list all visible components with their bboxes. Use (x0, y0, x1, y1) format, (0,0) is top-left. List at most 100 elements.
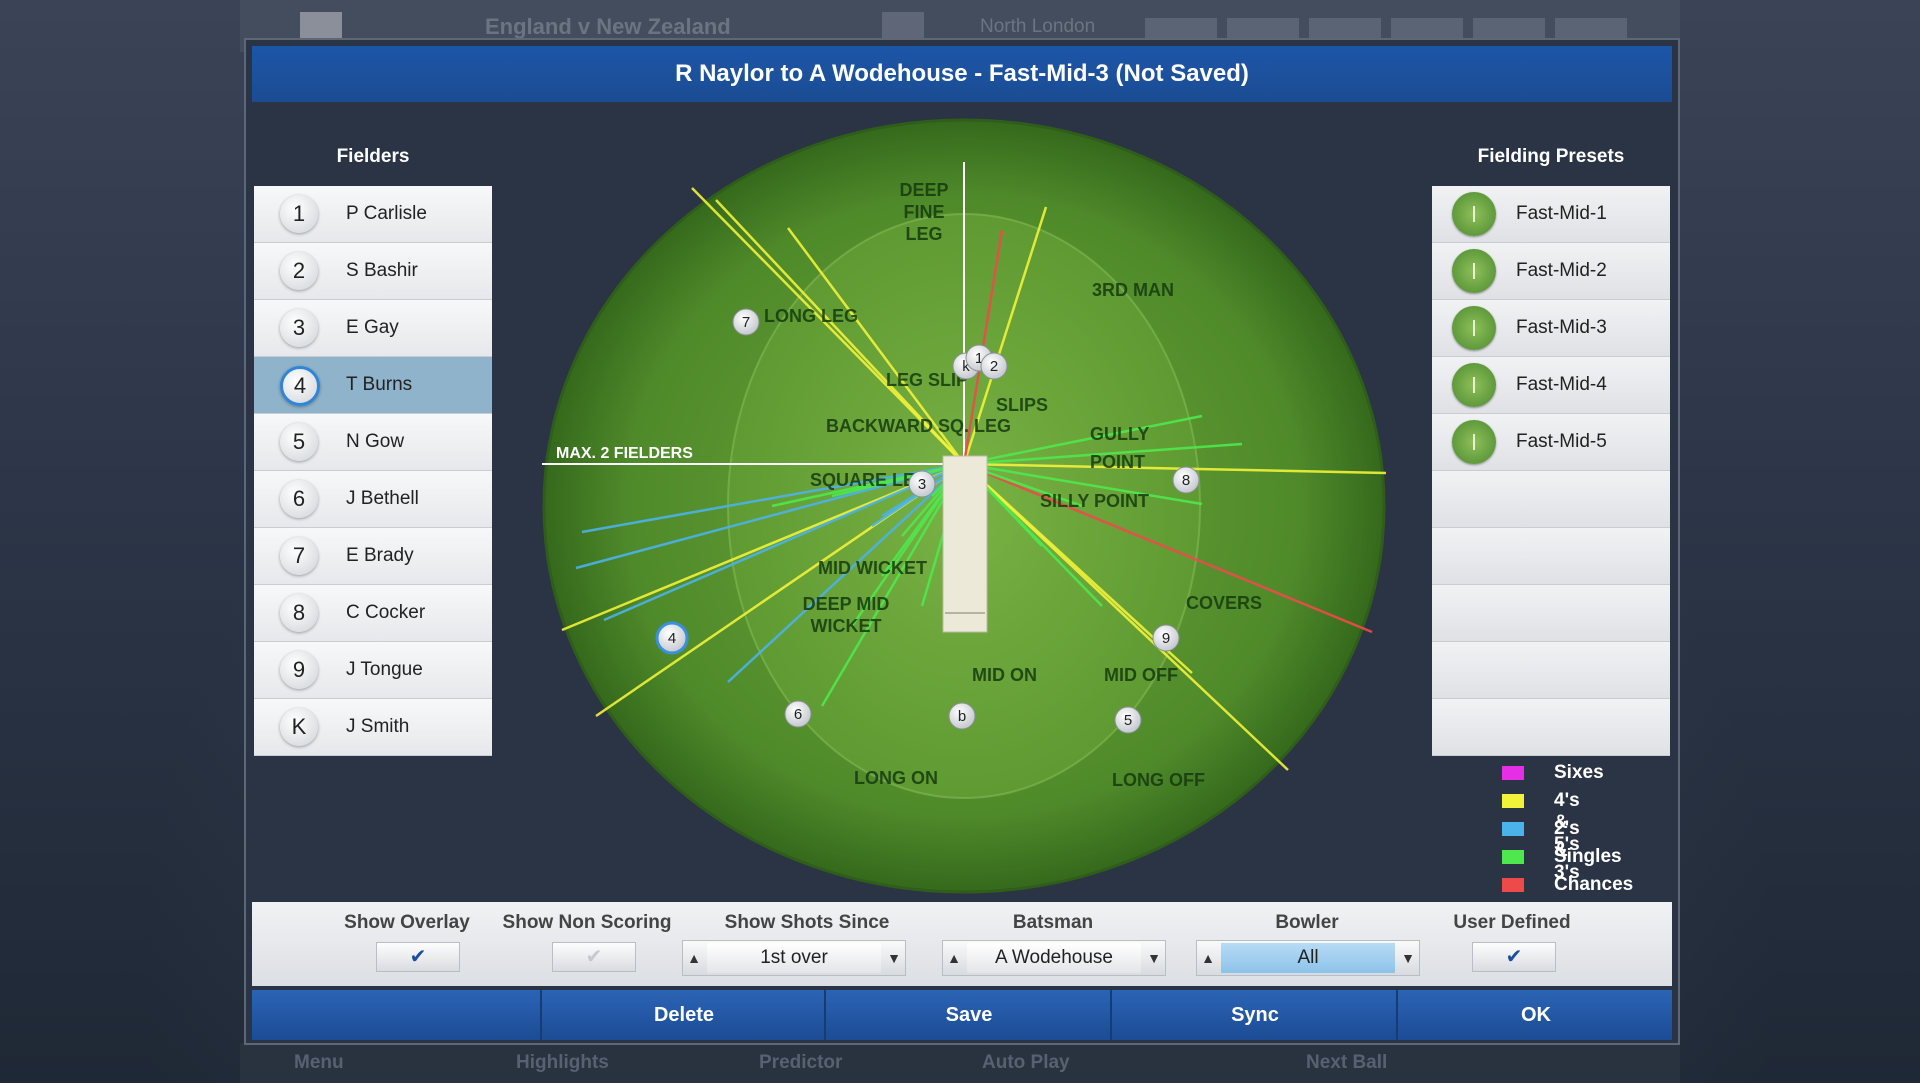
nav-highlights[interactable]: Highlights (516, 1052, 609, 1074)
user-defined-checkbox[interactable]: ✔ (1472, 942, 1556, 972)
preset-field-icon (1452, 306, 1496, 350)
legend-label: Chances (1554, 874, 1634, 895)
show-overlay-label: Show Overlay (344, 912, 470, 933)
preset-empty-row (1432, 528, 1670, 585)
shots-since-prev-button[interactable]: ▲ (683, 941, 705, 975)
svg-text:9: 9 (1162, 630, 1170, 647)
preset-name: Fast-Mid-2 (1516, 260, 1607, 281)
preset-empty-row (1432, 585, 1670, 642)
fielder-marker[interactable]: 7 (732, 308, 760, 336)
svg-text:b: b (958, 708, 966, 725)
fielder-marker[interactable]: 4 (655, 621, 689, 655)
batsman-next-button[interactable]: ▼ (1143, 941, 1165, 975)
batsman-prev-button[interactable]: ▲ (943, 941, 965, 975)
fielder-marker[interactable]: 8 (1172, 466, 1200, 494)
fielder-marker[interactable]: 2 (980, 352, 1008, 380)
preset-name: Fast-Mid-3 (1516, 317, 1607, 338)
nav-menu[interactable]: Menu (294, 1052, 344, 1074)
bowler-select[interactable]: ▲ All ▼ (1196, 940, 1420, 976)
fielder-row[interactable]: K J Smith (254, 699, 492, 756)
show-shots-since-label: Show Shots Since (724, 912, 890, 933)
max-fielders-label: MAX. 2 FIELDERS (556, 445, 693, 462)
fielders-list: 1 P Carlisle 2 S Bashir 3 E Gay 4 T Burns 5 N Gow… (254, 186, 492, 756)
sync-button[interactable]: Sync (1110, 990, 1398, 1040)
fielder-number-badge: 7 (280, 537, 318, 575)
user-defined-label: User Defined (1453, 912, 1571, 933)
legend-swatch (1502, 850, 1524, 864)
show-non-scoring-checkbox[interactable]: ✔ (552, 942, 636, 972)
field-position-label: COVERS (1186, 593, 1262, 613)
svg-text:6: 6 (794, 706, 802, 723)
preset-row[interactable]: Fast-Mid-2 (1432, 243, 1670, 300)
field-position-label: SILLY POINT (1040, 491, 1149, 511)
bowler-label: Bowler (1275, 912, 1339, 933)
fielder-row[interactable]: 5 N Gow (254, 414, 492, 471)
preset-empty-row (1432, 699, 1670, 756)
ok-button[interactable]: OK (1396, 990, 1674, 1040)
field-position-label: MID WICKET (818, 558, 927, 578)
preset-field-icon (1452, 249, 1496, 293)
fielding-presets-list: Fast-Mid-1 Fast-Mid-2 Fast-Mid-3 Fast-Mid-4… (1432, 186, 1670, 756)
fielder-marker[interactable]: 9 (1152, 624, 1180, 652)
preset-row[interactable]: Fast-Mid-5 (1432, 414, 1670, 471)
shots-since-next-button[interactable]: ▼ (883, 941, 905, 975)
fielder-row[interactable]: 7 E Brady (254, 528, 492, 585)
shots-since-value: 1st over (707, 943, 881, 973)
save-button[interactable]: Save (824, 990, 1112, 1040)
fielder-row[interactable]: 1 P Carlisle (254, 186, 492, 243)
legend-swatch (1502, 794, 1524, 808)
fielder-row[interactable]: 4 T Burns (254, 357, 492, 414)
field-position-label: LONG ON (854, 768, 938, 788)
fielder-row[interactable]: 8 C Cocker (254, 585, 492, 642)
fielder-marker[interactable]: 6 (784, 700, 812, 728)
fielder-row[interactable]: 2 S Bashir (254, 243, 492, 300)
preset-name: Fast-Mid-4 (1516, 374, 1607, 395)
batsman-select[interactable]: ▲ A Wodehouse ▼ (942, 940, 1166, 976)
svg-text:8: 8 (1182, 472, 1190, 489)
fielders-label: Fielders (336, 146, 410, 167)
field-position-label: 3RD MAN (1092, 280, 1174, 300)
nav-next-ball[interactable]: Next Ball (1306, 1052, 1387, 1074)
field-position-label: BACKWARD SQ. LEG (826, 416, 1011, 436)
shots-since-select[interactable]: ▲ 1st over ▼ (682, 940, 906, 976)
batsman-label: Batsman (1012, 912, 1094, 933)
fielder-row[interactable]: 6 J Bethell (254, 471, 492, 528)
bowler-next-button[interactable]: ▼ (1397, 941, 1419, 975)
fielder-name: S Bashir (346, 260, 418, 281)
svg-text:4: 4 (668, 630, 676, 647)
dialog-title: R Naylor to A Wodehouse - Fast-Mid-3 (No… (252, 46, 1672, 102)
field-position-label: SLIPS (996, 395, 1048, 415)
field-position-label: LONG LEG (764, 306, 858, 326)
nav-predictor[interactable]: Predictor (759, 1052, 842, 1074)
bowler-prev-button[interactable]: ▲ (1197, 941, 1219, 975)
preset-row[interactable]: Fast-Mid-4 (1432, 357, 1670, 414)
fielder-number-badge: 5 (280, 423, 318, 461)
legend-swatch (1502, 766, 1524, 780)
fielder-name: P Carlisle (346, 203, 427, 224)
svg-text:7: 7 (742, 314, 750, 331)
fielder-marker[interactable]: 3 (908, 470, 936, 498)
fielder-marker[interactable]: 5 (1114, 706, 1142, 734)
fielder-row[interactable]: 9 J Tongue (254, 642, 492, 699)
preset-empty-row (1432, 471, 1670, 528)
fielder-number-badge: 1 (280, 195, 318, 233)
fielder-number-badge: 4 (280, 366, 320, 406)
fielding-presets-label: Fielding Presets (1477, 146, 1625, 167)
svg-text:3: 3 (918, 476, 926, 493)
cricket-field[interactable]: DEEP FINE LEG3RD MANLONG LEGLEG SLIPSLIPSB… (542, 116, 1386, 896)
fielder-row[interactable]: 3 E Gay (254, 300, 492, 357)
preset-row[interactable]: Fast-Mid-3 (1432, 300, 1670, 357)
field-position-label: POINT (1090, 452, 1145, 472)
fielder-number-badge: K (280, 708, 318, 746)
batsman-value: A Wodehouse (967, 943, 1141, 973)
delete-button[interactable]: Delete (540, 990, 826, 1040)
show-overlay-checkbox[interactable]: ✔ (376, 942, 460, 972)
overlay-controls: Show Overlay ✔ Show Non Scoring ✔ Show S… (252, 902, 1672, 986)
fielder-number-badge: 8 (280, 594, 318, 632)
fielder-number-badge: 6 (280, 480, 318, 518)
field-settings-dialog: R Naylor to A Wodehouse - Fast-Mid-3 (No… (244, 38, 1680, 1045)
legend-label: Sixes (1554, 762, 1604, 783)
nav-auto-play[interactable]: Auto Play (982, 1052, 1070, 1074)
fielder-marker[interactable]: b (948, 702, 976, 730)
preset-row[interactable]: Fast-Mid-1 (1432, 186, 1670, 243)
